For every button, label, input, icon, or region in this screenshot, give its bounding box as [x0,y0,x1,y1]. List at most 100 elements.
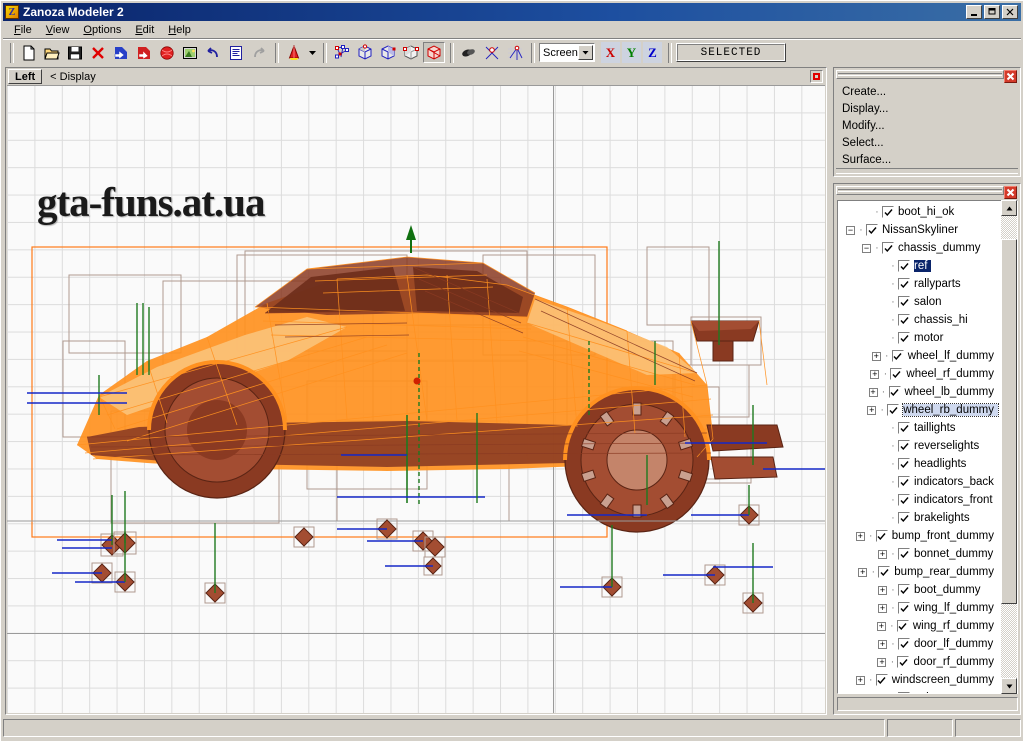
tree-expand-icon[interactable]: + [855,675,865,685]
tree-node[interactable]: · reverselights [838,437,998,455]
scroll-up-icon[interactable] [1001,200,1017,216]
tree-node[interactable]: · indicators_back [838,473,998,491]
tree-node[interactable]: + · bonnet_dummy [838,545,998,563]
delete-x-icon[interactable] [87,42,109,63]
tree-node-checkbox[interactable] [898,512,910,524]
tree-node[interactable]: − · chassis_dummy [838,239,998,257]
tree-node-checkbox[interactable] [898,278,910,290]
properties-list-icon[interactable] [225,42,247,63]
tree-node-checkbox[interactable] [898,440,910,452]
viewport-display-menu[interactable]: < Display [50,71,96,83]
panel-grip-icon[interactable] [836,70,1004,79]
redo-arrow-icon[interactable] [248,42,270,63]
scene-tree-scrollbar[interactable] [1001,200,1017,694]
viewport-canvas[interactable]: gta-funs.at.ua [7,85,825,713]
viewport-view-tab[interactable]: Left [8,69,43,84]
texture-image-icon[interactable] [179,42,201,63]
coord-system-select[interactable]: Screen [539,43,595,62]
tree-node-checkbox[interactable] [898,476,910,488]
command-panel-close-icon[interactable] [1004,70,1017,83]
scroll-down-icon[interactable] [1001,678,1017,694]
tree-node[interactable]: · rallyparts [838,275,998,293]
tree-node-checkbox[interactable] [866,224,878,236]
tree-node-checkbox[interactable] [891,350,904,362]
restore-button[interactable] [984,5,1000,19]
tree-panel-close-icon[interactable] [1004,186,1017,199]
tree-expand-icon[interactable]: + [876,621,886,631]
tree-expand-icon[interactable]: + [855,531,865,541]
command-surface[interactable]: Surface... [842,152,891,169]
new-file-icon[interactable] [18,42,40,63]
tree-node-checkbox[interactable] [875,674,888,686]
command-select[interactable]: Select... [842,135,891,152]
axis-z-button[interactable]: Z [643,42,662,63]
minimize-button[interactable] [966,5,982,19]
tree-node-checkbox[interactable] [898,584,910,596]
tree-node[interactable]: · motor [838,329,998,347]
tree-panel-grip-icon[interactable] [836,186,1004,195]
tree-node-checkbox[interactable] [898,494,910,506]
tree-expand-icon[interactable]: + [878,549,887,559]
tree-node[interactable]: + · wheel_rb_dummy [838,401,999,419]
tree-expand-icon[interactable]: + [878,585,887,595]
tree-node[interactable]: · salon [838,293,998,311]
tree-node[interactable]: + · door_lf_dummy [838,635,998,653]
tree-expand-icon[interactable]: + [870,369,880,379]
tree-node[interactable]: + · windscreen_dummy [838,671,998,689]
tree-collapse-icon[interactable]: − [862,243,871,253]
open-folder-icon[interactable] [41,42,63,63]
tree-node-checkbox[interactable] [875,530,888,542]
tree-expand-icon[interactable]: + [871,351,881,361]
tree-node[interactable]: + · wing_lf_dummy [838,599,998,617]
command-modify[interactable]: Modify... [842,118,891,135]
tree-node[interactable]: · brakelights [838,509,998,527]
tree-node-checkbox[interactable] [898,422,910,434]
axis-x-button[interactable]: X [601,42,620,63]
axis-y-button[interactable]: Y [622,42,641,63]
tree-node-checkbox[interactable] [898,638,910,650]
tree-node[interactable]: + · wheel_rf_dummy [838,365,998,383]
tree-node[interactable]: · chassis_hi [838,311,998,329]
command-display[interactable]: Display... [842,101,891,118]
tree-expand-icon[interactable]: + [877,657,887,667]
menu-options[interactable]: Options [76,23,128,37]
tree-node-checkbox[interactable] [898,602,910,614]
tree-node-checkbox[interactable] [878,566,891,578]
edge-cube-icon[interactable] [377,42,399,63]
tree-node[interactable]: · indicators_front [838,491,998,509]
scrollbar-thumb[interactable] [1001,239,1017,605]
tree-node[interactable]: · headlights [838,455,998,473]
tree-node[interactable]: · ref [838,257,998,275]
tree-node-checkbox[interactable] [898,332,910,344]
tree-node-checkbox[interactable] [898,692,910,693]
tree-node[interactable]: · exhaust [838,689,998,693]
grid-snap-icon[interactable] [504,42,526,63]
tree-node-checkbox[interactable] [888,386,901,398]
menu-file[interactable]: File [7,23,39,37]
scrollbar-track[interactable] [1001,216,1017,678]
tree-node-checkbox[interactable] [898,296,910,308]
chevron-down-icon[interactable] [578,45,593,60]
tree-node-checkbox[interactable] [898,548,910,560]
menu-help[interactable]: Help [161,23,198,37]
object-cube-icon[interactable] [400,42,422,63]
tree-node[interactable]: − · NissanSkyliner [838,221,998,239]
cone-primitive-icon[interactable] [283,42,305,63]
tree-node[interactable]: + · wheel_lf_dummy [838,347,998,365]
import-icon[interactable] [110,42,132,63]
tree-expand-icon[interactable]: + [868,387,878,397]
tree-node[interactable]: · boot_hi_ok [838,203,998,221]
tree-expand-icon[interactable]: + [867,405,877,415]
tree-node[interactable]: · taillights [838,419,998,437]
selected-cube-icon[interactable] [423,42,445,63]
tree-node-checkbox[interactable] [887,404,900,416]
tree-node[interactable]: + · bump_front_dummy [838,527,998,545]
tree-node-checkbox[interactable] [898,314,910,326]
tree-node-checkbox[interactable] [882,206,894,218]
tree-node-checkbox[interactable] [897,656,910,668]
vertex-edit-icon[interactable] [331,42,353,63]
tree-expand-icon[interactable]: + [878,603,887,613]
primitive-dropdown-icon[interactable] [306,42,318,63]
tree-expand-icon[interactable]: + [858,567,868,577]
tree-node[interactable]: + · door_rf_dummy [838,653,998,671]
